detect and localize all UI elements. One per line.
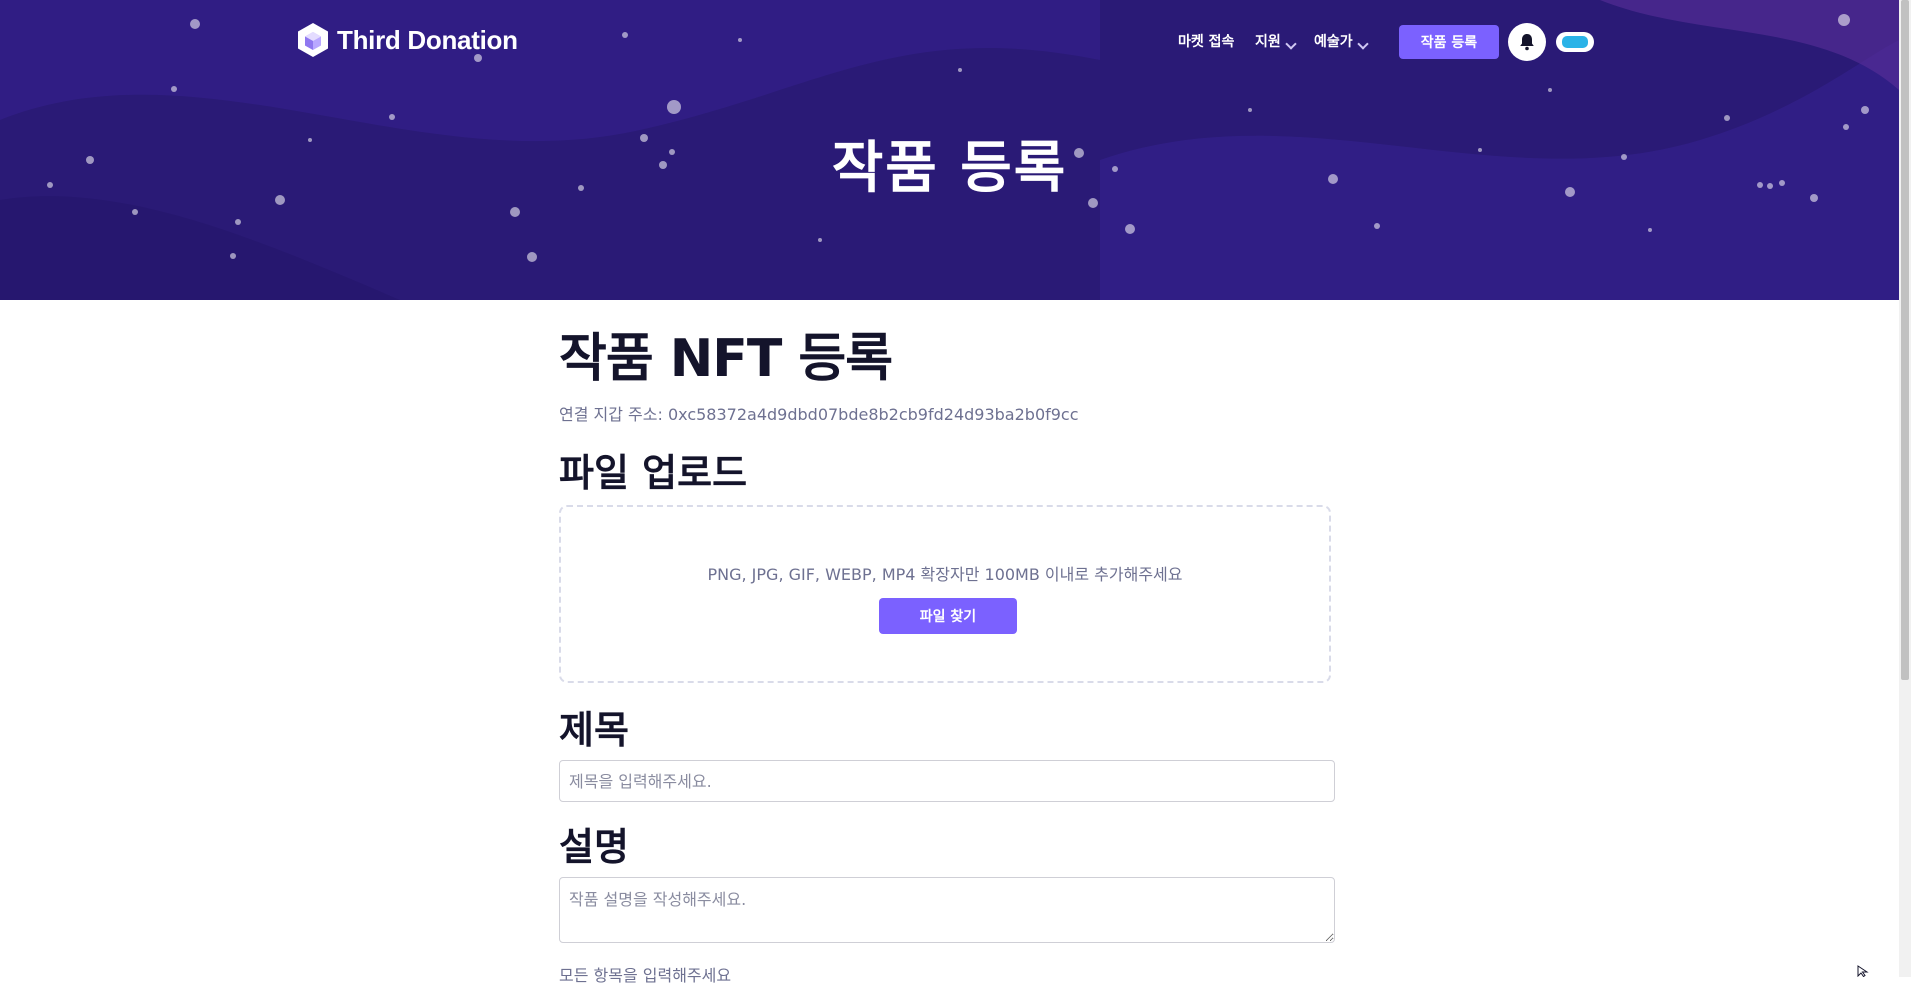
nav-support[interactable]: 지원 bbox=[1255, 31, 1297, 51]
page-title: 작품 NFT 등록 bbox=[559, 329, 893, 389]
nav-support-label: 지원 bbox=[1255, 34, 1281, 50]
nav-artist[interactable]: 예술가 bbox=[1314, 31, 1369, 51]
required-notice: 모든 항목을 입력해주세요 bbox=[559, 966, 732, 985]
chevron-down-icon bbox=[1285, 38, 1297, 50]
register-artwork-button[interactable]: 작품 등록 bbox=[1399, 25, 1499, 59]
wallet-address: 연결 지갑 주소: 0xc58372a4d9dbd07bde8b2cb9fd24… bbox=[559, 405, 1079, 424]
brand-cube-icon bbox=[298, 23, 328, 57]
title-section-label: 제목 bbox=[559, 708, 629, 752]
mouse-cursor-icon bbox=[1857, 965, 1869, 977]
upload-hint: PNG, JPG, GIF, WEBP, MP4 확장자만 100MB 이내로 … bbox=[707, 565, 1183, 584]
hero-banner: Third Donation 마켓 접속 지원 예술가 작품 등록 작품 등록 bbox=[0, 0, 1899, 300]
notification-button[interactable] bbox=[1508, 23, 1546, 61]
nav-market[interactable]: 마켓 접속 bbox=[1178, 31, 1234, 51]
browse-file-button[interactable]: 파일 찾기 bbox=[879, 598, 1017, 634]
hero-title: 작품 등록 bbox=[831, 136, 1068, 201]
chevron-down-icon bbox=[1356, 38, 1369, 50]
title-input[interactable] bbox=[559, 760, 1335, 802]
file-dropzone[interactable]: PNG, JPG, GIF, WEBP, MP4 확장자만 100MB 이내로 … bbox=[559, 505, 1331, 683]
nav-market-label: 마켓 접속 bbox=[1178, 34, 1235, 50]
user-avatar-icon bbox=[1562, 36, 1588, 48]
description-section-label: 설명 bbox=[559, 825, 629, 869]
brand-logo[interactable]: Third Donation bbox=[297, 20, 518, 60]
brand-name: Third Donation bbox=[337, 24, 518, 55]
nav-artist-label: 예술가 bbox=[1314, 34, 1353, 50]
scrollbar-thumb[interactable] bbox=[1901, 0, 1909, 680]
user-avatar-button[interactable] bbox=[1556, 32, 1594, 52]
bell-icon bbox=[1520, 34, 1534, 51]
description-textarea[interactable] bbox=[559, 877, 1335, 943]
page-scrollbar[interactable] bbox=[1899, 0, 1911, 977]
upload-section-title: 파일 업로드 bbox=[559, 451, 748, 495]
